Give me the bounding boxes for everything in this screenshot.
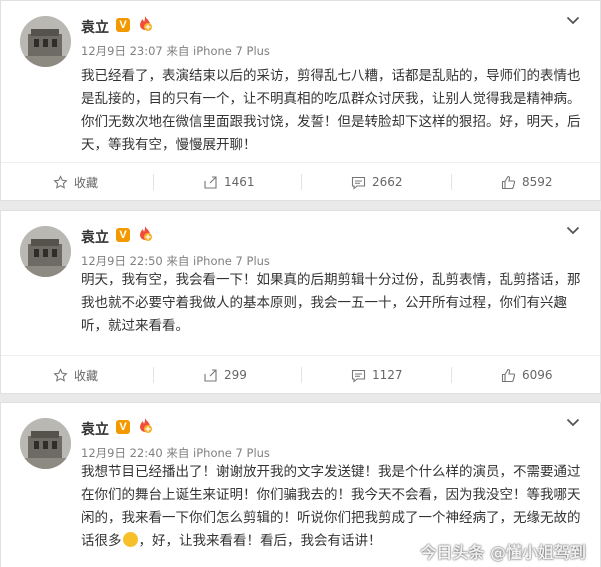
- verified-badge-icon: V: [116, 18, 130, 32]
- avatar[interactable]: [20, 226, 71, 277]
- watermark: 今日头条 @懂小姐驾到: [420, 543, 586, 562]
- action-bar: 收藏 299 1127 6096: [1, 355, 600, 393]
- post-meta: 12月9日 23:07 来自 iPhone 7 Plus: [81, 44, 270, 58]
- divider: [301, 174, 302, 190]
- chevron-down-icon[interactable]: [566, 225, 580, 235]
- flame-badge-icon: [140, 226, 152, 241]
- comment-icon: [351, 176, 366, 190]
- chevron-down-icon[interactable]: [566, 15, 580, 25]
- chevron-down-icon[interactable]: [566, 417, 580, 427]
- verified-badge-icon: V: [116, 420, 130, 434]
- favorite-label: 收藏: [74, 368, 99, 383]
- divider: [153, 174, 154, 190]
- star-icon: [53, 367, 68, 382]
- thumbs-up-icon: [501, 368, 516, 382]
- weibo-post-1: 袁立 V 12月9日 23:07 来自 iPhone 7 Plus 我已经看了，…: [0, 0, 601, 201]
- comment-button[interactable]: 2662: [351, 163, 403, 201]
- comment-icon: [351, 369, 366, 383]
- weibo-post-2: 袁立 V 12月9日 22:50 来自 iPhone 7 Plus 明天，我有空…: [0, 210, 601, 394]
- author-name[interactable]: 袁立: [81, 17, 109, 37]
- author-name[interactable]: 袁立: [81, 419, 109, 439]
- like-button[interactable]: 6096: [501, 356, 553, 394]
- divider: [451, 367, 452, 383]
- like-count: 8592: [522, 175, 553, 189]
- favorite-button[interactable]: 收藏: [53, 163, 98, 201]
- divider: [153, 367, 154, 383]
- post-text: 我已经看了，表演结束以后的采访，剪得乱七八糟，话都是乱贴的，导师们的表情也是乱接…: [81, 68, 581, 153]
- star-icon: [53, 174, 68, 189]
- thumbs-up-icon: [501, 175, 516, 189]
- repost-button[interactable]: 299: [203, 356, 247, 394]
- avatar[interactable]: [20, 418, 71, 469]
- like-button[interactable]: 8592: [501, 163, 553, 201]
- divider: [301, 367, 302, 383]
- weibo-post-3: 袁立 V 12月9日 22:40 来自 iPhone 7 Plus 我想节目已经…: [0, 402, 601, 567]
- repost-button[interactable]: 1461: [203, 163, 255, 201]
- flame-badge-icon: [140, 16, 152, 31]
- comment-count: 2662: [372, 175, 403, 189]
- repost-icon: [204, 175, 217, 189]
- like-count: 6096: [522, 368, 553, 382]
- post-meta: 12月9日 22:50 来自 iPhone 7 Plus: [81, 254, 270, 268]
- repost-icon: [204, 368, 217, 382]
- repost-count: 299: [224, 368, 247, 382]
- comment-count: 1127: [372, 368, 403, 382]
- avatar[interactable]: [20, 16, 71, 67]
- divider: [451, 174, 452, 190]
- favorite-label: 收藏: [74, 175, 99, 190]
- post-meta: 12月9日 22:40 来自 iPhone 7 Plus: [81, 446, 270, 460]
- author-name[interactable]: 袁立: [81, 227, 109, 247]
- verified-badge-icon: V: [116, 228, 130, 242]
- action-bar: 收藏 1461 2662 8592: [1, 162, 600, 200]
- repost-count: 1461: [224, 175, 255, 189]
- comment-button[interactable]: 1127: [351, 356, 403, 394]
- flame-badge-icon: [140, 418, 152, 433]
- laughing-crying-emoji-icon: [122, 532, 138, 547]
- favorite-button[interactable]: 收藏: [53, 356, 98, 394]
- post-text: 明天，我有空，我会看一下！如果真的后期剪辑十分过份，乱剪表情，乱剪搭话，那我也就…: [81, 272, 581, 334]
- post-text-part-2: ，好，让我来看看！看后，我会有话讲！: [138, 533, 382, 549]
